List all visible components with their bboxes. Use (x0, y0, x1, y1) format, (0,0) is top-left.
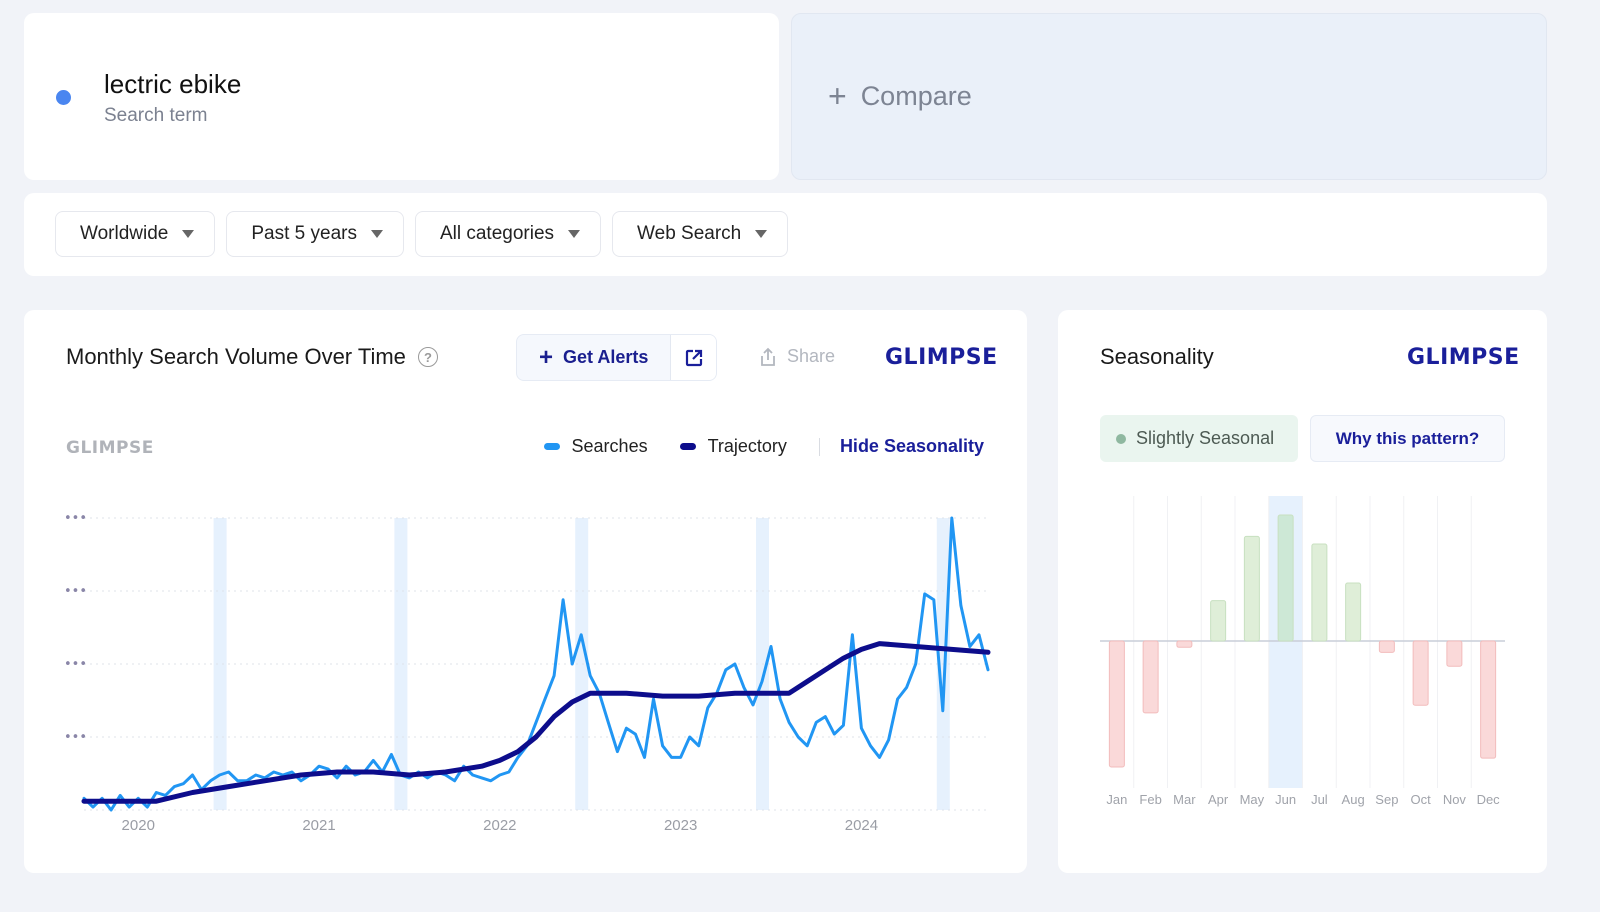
status-dot-icon (1116, 433, 1126, 444)
y-tick-label: ••• (64, 730, 87, 745)
month-label: Apr (1208, 792, 1229, 807)
hide-seasonality-link[interactable]: Hide Seasonality (840, 436, 984, 457)
compare-label: Compare (860, 80, 972, 111)
seasonality-title: Seasonality (1100, 344, 1214, 369)
x-tick-label: 2024 (845, 817, 878, 834)
month-label: Feb (1139, 792, 1161, 807)
plus-icon: + (539, 343, 554, 371)
filter-time-range[interactable]: Past 5 years (226, 211, 404, 257)
y-tick-label: ••• (64, 584, 87, 599)
legend-label: Trajectory (707, 436, 787, 456)
glimpse-watermark: GLIMPSE (66, 438, 154, 458)
glimpse-logo[interactable]: GLIMPSE (885, 345, 998, 370)
legend-swatch-trajectory (679, 443, 696, 450)
x-tick-label: 2022 (483, 817, 516, 834)
alerts-button-group: + Get Alerts (516, 334, 718, 381)
caret-down-icon (370, 230, 383, 238)
y-tick-label: ••• (64, 511, 87, 526)
filter-search-type[interactable]: Web Search (612, 211, 789, 257)
seasonality-highlight-band (213, 518, 227, 810)
filter-label: Past 5 years (251, 223, 357, 244)
filter-label: Worldwide (80, 223, 169, 244)
month-label: Sep (1375, 792, 1398, 807)
seasonality-card: Jan Feb Mar Apr May Jun Jul Aug Sep Oct Nov Dec Sea… (1058, 310, 1547, 873)
month-label: Jun (1275, 792, 1296, 807)
bar-jul (1311, 543, 1328, 642)
search-term-card: lectric ebike Search term (24, 13, 779, 180)
glimpse-logo[interactable]: GLIMPSE (1407, 345, 1520, 370)
chart-legend: Searches Trajectory Hide Seasonality (543, 436, 984, 457)
volume-chart: ••• ••• ••• ••• 2020 2021 2022 2023 2024 (64, 511, 991, 834)
term-color-dot (56, 90, 71, 105)
bar-feb (1142, 640, 1159, 714)
month-label: Nov (1443, 792, 1467, 807)
help-icon[interactable]: ? (417, 347, 438, 367)
caret-down-icon (755, 230, 768, 238)
legend-searches[interactable]: Searches (543, 436, 648, 457)
compare-card[interactable]: + Compare (791, 13, 1547, 180)
why-this-pattern-button[interactable]: Why this pattern? (1310, 415, 1505, 462)
badge-label: Slightly Seasonal (1136, 428, 1275, 448)
x-tick-label: 2021 (302, 817, 335, 834)
term-name: lectric ebike (104, 69, 242, 99)
legend-trajectory[interactable]: Trajectory (679, 436, 787, 457)
external-link-icon (685, 349, 702, 366)
bar-aug (1345, 582, 1362, 642)
bar-oct (1412, 640, 1429, 706)
volume-chart-title-row: Monthly Search Volume Over Time ? (66, 344, 438, 370)
legend-divider (818, 437, 820, 456)
get-alerts-label: Get Alerts (563, 347, 649, 367)
y-tick-label: ••• (64, 657, 87, 672)
volume-chart-title: Monthly Search Volume Over Time (66, 344, 406, 369)
share-icon (761, 347, 775, 366)
bar-may (1243, 535, 1260, 642)
month-label: Mar (1173, 792, 1196, 807)
bar-mar (1176, 640, 1193, 648)
plus-icon: + (828, 78, 847, 114)
get-alerts-button[interactable]: + Get Alerts (517, 335, 670, 380)
caret-down-icon (568, 230, 581, 238)
term-subtitle: Search term (104, 105, 208, 126)
month-label: Oct (1411, 792, 1432, 807)
volume-chart-card: ••• ••• ••• ••• 2020 2021 2022 2023 2024 Monthly… (24, 310, 1027, 873)
filter-category[interactable]: All categories (414, 211, 602, 257)
compare-button[interactable]: + Compare (828, 80, 972, 112)
bar-sep (1378, 640, 1395, 653)
caret-down-icon (182, 230, 195, 238)
month-label: Aug (1342, 792, 1365, 807)
bar-jun (1277, 514, 1294, 642)
bar-apr (1210, 600, 1227, 642)
share-label: Share (787, 346, 836, 366)
x-tick-label: 2020 (122, 817, 155, 834)
bar-jan (1108, 640, 1125, 768)
bar-nov (1446, 640, 1463, 667)
legend-label: Searches (571, 436, 648, 456)
seasonality-chart: Jan Feb Mar Apr May Jun Jul Aug Sep Oct Nov Dec (1100, 496, 1505, 807)
share-button[interactable]: Share (759, 346, 835, 367)
month-label: Jan (1106, 792, 1127, 807)
month-label: Jul (1311, 792, 1328, 807)
month-label: Dec (1477, 792, 1501, 807)
filter-region[interactable]: Worldwide (55, 211, 216, 257)
filter-bar: Worldwide Past 5 years All categories We… (24, 193, 1547, 276)
legend-swatch-searches (543, 443, 560, 450)
bar-dec (1480, 640, 1497, 759)
external-link-button[interactable] (670, 335, 717, 380)
filter-label: Web Search (637, 223, 742, 244)
month-label: May (1240, 792, 1265, 807)
filter-label: All categories (439, 223, 555, 244)
seasonality-badge: Slightly Seasonal (1100, 415, 1298, 462)
x-tick-label: 2023 (664, 817, 697, 834)
